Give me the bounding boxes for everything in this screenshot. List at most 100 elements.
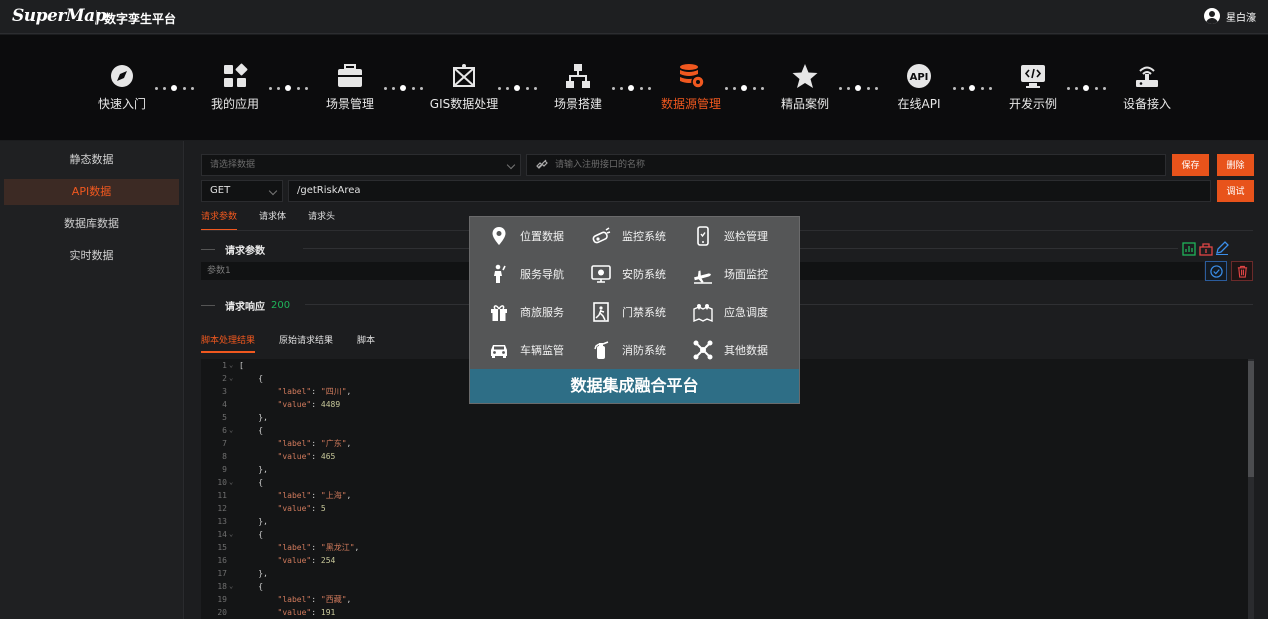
category-location-data[interactable]: 位置数据 — [488, 217, 598, 255]
gift-icon — [491, 305, 507, 321]
user-menu[interactable]: 星白濠 — [1204, 8, 1256, 24]
category-label: 商旅服务 — [520, 306, 564, 319]
category-other-data[interactable]: 其他数据 — [692, 331, 802, 369]
code-text: "value": 254 — [239, 554, 336, 567]
category-label: 安防系统 — [622, 268, 666, 281]
sidebar-item-api-data[interactable]: API数据 — [4, 179, 179, 205]
batch-delete-icon[interactable] — [1199, 242, 1213, 256]
fold-chevron-icon[interactable]: ⌄ — [229, 580, 239, 593]
line-number: 10 — [217, 478, 227, 487]
fold-chevron-icon — [229, 411, 239, 424]
code-colon: : — [311, 491, 321, 500]
fold-chevron-icon — [229, 450, 239, 463]
code-colon: : — [311, 543, 321, 552]
user-avatar-icon — [1204, 8, 1220, 24]
sidebar: 静态数据 API数据 数据库数据 实时数据 — [0, 141, 184, 619]
code-key: "label" — [277, 543, 312, 552]
fold-chevron-icon[interactable]: ⌄ — [229, 424, 239, 437]
category-monitoring-system[interactable]: 监控系统 — [590, 217, 700, 255]
category-security-system[interactable]: 安防系统 — [590, 255, 700, 293]
code-text: }, — [239, 413, 268, 422]
svg-text:API: API — [910, 72, 929, 83]
response-title: 请求响应 — [225, 302, 265, 313]
code-line: 9 }, — [201, 463, 1253, 476]
code-line: 16 "value": 254 — [201, 554, 1253, 567]
edit-icon[interactable] — [1215, 241, 1229, 255]
category-service-navigation[interactable]: 服务导航 — [488, 255, 598, 293]
nav-label: 场景搭建 — [553, 97, 602, 111]
code-line: 18 ⌄ { — [201, 580, 1253, 593]
code-value: "广东" — [320, 439, 347, 448]
link-icon — [536, 159, 548, 169]
fold-chevron-icon — [229, 593, 239, 606]
line-number: 16 — [217, 556, 227, 565]
fold-chevron-icon — [229, 606, 239, 619]
tab-request-params[interactable]: 请求参数 — [201, 209, 238, 231]
category-access-control[interactable]: 门禁系统 — [590, 293, 700, 331]
category-vehicle-supervision[interactable]: 车辆监管 — [488, 331, 598, 369]
tab-script-result[interactable]: 脚本处理结果 — [201, 333, 256, 353]
chevron-down-icon — [506, 160, 516, 170]
code-text: { — [239, 530, 264, 539]
line-number: 5 — [222, 413, 227, 422]
fold-chevron-icon[interactable]: ⌄ — [229, 476, 239, 489]
tab-request-body[interactable]: 请求体 — [259, 209, 286, 231]
confirm-param-button[interactable] — [1205, 261, 1227, 281]
top-bar: SuperMap 数字孪生平台 星白濠 — [0, 0, 1268, 34]
code-key: "label" — [277, 387, 312, 396]
code-line: 15 "label": "黑龙江", — [201, 541, 1253, 554]
map-process-icon — [453, 64, 475, 87]
category-emergency-dispatch[interactable]: 应急调度 — [692, 293, 802, 331]
fold-chevron-icon — [229, 385, 239, 398]
fold-chevron-icon[interactable]: ⌄ — [229, 528, 239, 541]
url-input[interactable]: /getRiskArea — [288, 180, 1211, 202]
fold-chevron-icon — [229, 437, 239, 450]
fold-chevron-icon[interactable]: ⌄ — [229, 372, 239, 385]
tab-raw-result[interactable]: 原始请求结果 — [279, 333, 333, 353]
delete-button[interactable]: 删除 — [1217, 154, 1254, 176]
method-select[interactable]: GET — [201, 180, 283, 202]
category-fire-system[interactable]: 消防系统 — [590, 331, 700, 369]
nav-item-device-access[interactable]: 设备接入 — [1102, 62, 1192, 112]
debug-button[interactable]: 调试 — [1217, 180, 1254, 202]
category-business-travel[interactable]: 商旅服务 — [488, 293, 598, 331]
code-value: 465 — [320, 452, 336, 461]
line-number: 2 — [222, 374, 227, 383]
code-value: "四川" — [320, 387, 347, 396]
fold-chevron-icon[interactable]: ⌄ — [229, 359, 239, 372]
code-line: 6 ⌄ { — [201, 424, 1253, 437]
platform-banner: 数据集成融合平台 — [470, 369, 799, 403]
add-param-icon[interactable] — [1182, 242, 1196, 256]
category-inspection-management[interactable]: 巡检管理 — [692, 217, 802, 255]
code-text: "value": 5 — [239, 502, 326, 515]
star-icon — [792, 64, 818, 88]
scrollbar-thumb[interactable] — [1248, 361, 1254, 477]
router-icon — [1136, 66, 1158, 87]
delete-param-button[interactable] — [1231, 261, 1253, 281]
category-field-monitoring[interactable]: 场面监控 — [692, 255, 802, 293]
category-label: 监控系统 — [622, 230, 666, 243]
params-section-title: 请求参数 — [201, 242, 265, 257]
fold-chevron-icon — [229, 489, 239, 502]
data-category-grid: 位置数据 监控系统 巡检管理 服务导航 安防系统 场面监控 商旅服务 门禁系统 — [470, 217, 801, 369]
code-scrollbar[interactable] — [1248, 359, 1254, 619]
tab-script[interactable]: 脚本 — [357, 333, 375, 353]
code-text: "label": "黑龙江", — [239, 541, 360, 554]
category-label: 位置数据 — [520, 230, 564, 243]
code-key: "value" — [277, 504, 312, 513]
sidebar-item-database-data[interactable]: 数据库数据 — [4, 211, 179, 237]
line-number: 11 — [217, 491, 227, 500]
data-integration-popup: 位置数据 监控系统 巡检管理 服务导航 安防系统 场面监控 商旅服务 门禁系统 — [469, 216, 800, 404]
save-button[interactable]: 保存 — [1172, 154, 1209, 176]
sidebar-item-realtime-data[interactable]: 实时数据 — [4, 243, 179, 269]
database-gear-icon — [680, 64, 705, 89]
supermap-logo: SuperMap — [12, 6, 107, 26]
api-name-input[interactable]: 请输入注册接口的名称 — [526, 154, 1166, 176]
data-select[interactable]: 请选择数据 — [201, 154, 521, 176]
tab-request-headers[interactable]: 请求头 — [308, 209, 335, 231]
result-tabs: 脚本处理结果 原始请求结果 脚本 — [201, 333, 375, 353]
code-colon: : — [311, 556, 321, 565]
sidebar-item-static-data[interactable]: 静态数据 — [4, 147, 179, 173]
